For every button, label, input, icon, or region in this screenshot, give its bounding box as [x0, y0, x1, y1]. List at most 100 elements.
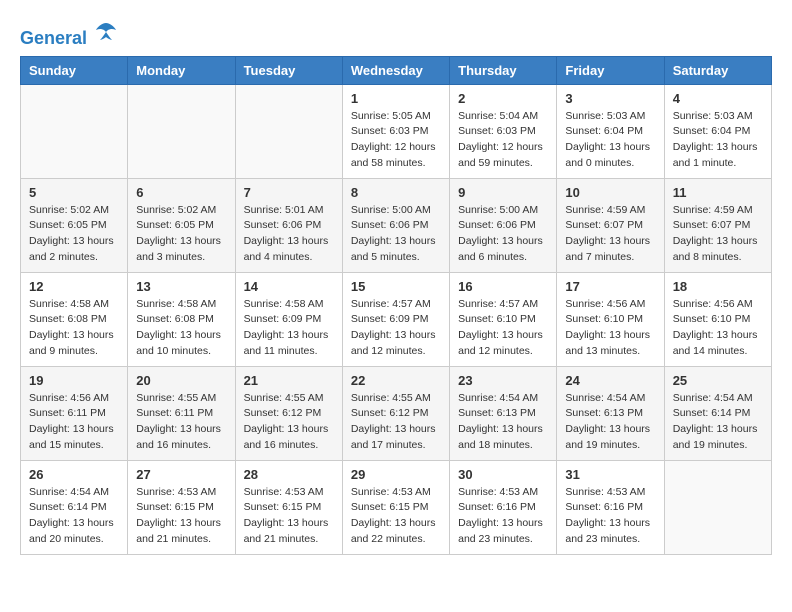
calendar-cell: 12Sunrise: 4:58 AMSunset: 6:08 PMDayligh…: [21, 272, 128, 366]
day-info: Sunrise: 5:03 AMSunset: 6:04 PMDaylight:…: [565, 109, 655, 172]
calendar-week-5: 26 Sunrise: 4:54 AMSunset: 6:14 PMDayligh…: [21, 460, 772, 554]
day-info: Sunrise: 4:54 AMSunset: 6:14 PMDaylight:…: [29, 485, 119, 548]
day-number: 18: [673, 279, 763, 294]
calendar-cell: 11Sunrise: 4:59 AMSunset: 6:07 PMDayligh…: [664, 178, 771, 272]
calendar-cell: 20Sunrise: 4:55 AMSunset: 6:11 PMDayligh…: [128, 366, 235, 460]
calendar-week-1: 1 Sunrise: 5:05 AMSunset: 6:03 PMDaylight…: [21, 84, 772, 178]
day-number: 1: [351, 91, 441, 106]
day-number: 24: [565, 373, 655, 388]
calendar-cell: [21, 84, 128, 178]
day-info: Sunrise: 4:57 AMSunset: 6:10 PMDaylight:…: [458, 297, 548, 360]
calendar-cell: 13 Sunrise: 4:58 AMSunset: 6:08 PMDayligh…: [128, 272, 235, 366]
calendar-cell: 30 Sunrise: 4:53 AMSunset: 6:16 PMDayligh…: [450, 460, 557, 554]
calendar-cell: [664, 460, 771, 554]
calendar-cell: 9Sunrise: 5:00 AMSunset: 6:06 PMDaylight…: [450, 178, 557, 272]
day-number: 4: [673, 91, 763, 106]
calendar-week-4: 19 Sunrise: 4:56 AMSunset: 6:11 PMDayligh…: [21, 366, 772, 460]
calendar-cell: 22 Sunrise: 4:55 AMSunset: 6:12 PMDayligh…: [342, 366, 449, 460]
weekday-header-row: SundayMondayTuesdayWednesdayThursdayFrid…: [21, 56, 772, 84]
day-info: Sunrise: 4:54 AMSunset: 6:14 PMDaylight:…: [673, 391, 763, 454]
day-info: Sunrise: 4:56 AMSunset: 6:11 PMDaylight:…: [29, 391, 119, 454]
logo-bird-icon: [94, 20, 118, 44]
day-number: 6: [136, 185, 226, 200]
day-info: Sunrise: 4:56 AMSunset: 6:10 PMDaylight:…: [673, 297, 763, 360]
day-number: 30: [458, 467, 548, 482]
logo-text: General: [20, 20, 118, 50]
day-number: 22: [351, 373, 441, 388]
day-number: 3: [565, 91, 655, 106]
day-number: 26: [29, 467, 119, 482]
day-number: 21: [244, 373, 334, 388]
calendar-cell: 24Sunrise: 4:54 AMSunset: 6:13 PMDayligh…: [557, 366, 664, 460]
day-info: Sunrise: 4:53 AMSunset: 6:16 PMDaylight:…: [458, 485, 548, 548]
day-number: 8: [351, 185, 441, 200]
calendar-cell: 10Sunrise: 4:59 AMSunset: 6:07 PMDayligh…: [557, 178, 664, 272]
day-number: 23: [458, 373, 548, 388]
calendar-week-3: 12Sunrise: 4:58 AMSunset: 6:08 PMDayligh…: [21, 272, 772, 366]
day-info: Sunrise: 4:53 AMSunset: 6:15 PMDaylight:…: [244, 485, 334, 548]
day-number: 16: [458, 279, 548, 294]
weekday-header-saturday: Saturday: [664, 56, 771, 84]
day-info: Sunrise: 4:55 AMSunset: 6:12 PMDaylight:…: [244, 391, 334, 454]
calendar-cell: 26 Sunrise: 4:54 AMSunset: 6:14 PMDayligh…: [21, 460, 128, 554]
day-info: Sunrise: 4:57 AMSunset: 6:09 PMDaylight:…: [351, 297, 441, 360]
day-number: 11: [673, 185, 763, 200]
calendar-cell: 6 Sunrise: 5:02 AMSunset: 6:05 PMDaylight…: [128, 178, 235, 272]
page-header: General: [20, 20, 772, 46]
day-number: 5: [29, 185, 119, 200]
calendar-cell: 15 Sunrise: 4:57 AMSunset: 6:09 PMDayligh…: [342, 272, 449, 366]
calendar-cell: 27 Sunrise: 4:53 AMSunset: 6:15 PMDayligh…: [128, 460, 235, 554]
calendar-cell: 18 Sunrise: 4:56 AMSunset: 6:10 PMDayligh…: [664, 272, 771, 366]
day-info: Sunrise: 5:03 AMSunset: 6:04 PMDaylight:…: [673, 109, 763, 172]
day-number: 15: [351, 279, 441, 294]
day-number: 14: [244, 279, 334, 294]
day-number: 7: [244, 185, 334, 200]
day-number: 29: [351, 467, 441, 482]
day-info: Sunrise: 5:02 AMSunset: 6:05 PMDaylight:…: [136, 203, 226, 266]
day-info: Sunrise: 5:01 AMSunset: 6:06 PMDaylight:…: [244, 203, 334, 266]
calendar-cell: 23 Sunrise: 4:54 AMSunset: 6:13 PMDayligh…: [450, 366, 557, 460]
day-number: 17: [565, 279, 655, 294]
calendar-cell: 3 Sunrise: 5:03 AMSunset: 6:04 PMDaylight…: [557, 84, 664, 178]
weekday-header-thursday: Thursday: [450, 56, 557, 84]
day-number: 31: [565, 467, 655, 482]
day-info: Sunrise: 5:00 AMSunset: 6:06 PMDaylight:…: [458, 203, 548, 266]
day-number: 25: [673, 373, 763, 388]
day-info: Sunrise: 5:02 AMSunset: 6:05 PMDaylight:…: [29, 203, 119, 266]
calendar-cell: [128, 84, 235, 178]
calendar-table: SundayMondayTuesdayWednesdayThursdayFrid…: [20, 56, 772, 555]
day-info: Sunrise: 4:56 AMSunset: 6:10 PMDaylight:…: [565, 297, 655, 360]
calendar-cell: 16 Sunrise: 4:57 AMSunset: 6:10 PMDayligh…: [450, 272, 557, 366]
day-info: Sunrise: 5:05 AMSunset: 6:03 PMDaylight:…: [351, 109, 441, 172]
day-info: Sunrise: 4:58 AMSunset: 6:09 PMDaylight:…: [244, 297, 334, 360]
calendar-cell: 7 Sunrise: 5:01 AMSunset: 6:06 PMDaylight…: [235, 178, 342, 272]
calendar-cell: 8 Sunrise: 5:00 AMSunset: 6:06 PMDaylight…: [342, 178, 449, 272]
day-number: 19: [29, 373, 119, 388]
logo: General: [20, 20, 118, 46]
day-number: 28: [244, 467, 334, 482]
calendar-cell: 21 Sunrise: 4:55 AMSunset: 6:12 PMDayligh…: [235, 366, 342, 460]
calendar-cell: 1 Sunrise: 5:05 AMSunset: 6:03 PMDaylight…: [342, 84, 449, 178]
day-number: 27: [136, 467, 226, 482]
day-info: Sunrise: 4:55 AMSunset: 6:12 PMDaylight:…: [351, 391, 441, 454]
weekday-header-tuesday: Tuesday: [235, 56, 342, 84]
calendar-cell: 29 Sunrise: 4:53 AMSunset: 6:15 PMDayligh…: [342, 460, 449, 554]
day-info: Sunrise: 5:04 AMSunset: 6:03 PMDaylight:…: [458, 109, 548, 172]
calendar-cell: 28 Sunrise: 4:53 AMSunset: 6:15 PMDayligh…: [235, 460, 342, 554]
day-info: Sunrise: 4:54 AMSunset: 6:13 PMDaylight:…: [458, 391, 548, 454]
day-info: Sunrise: 4:53 AMSunset: 6:16 PMDaylight:…: [565, 485, 655, 548]
calendar-cell: 2Sunrise: 5:04 AMSunset: 6:03 PMDaylight…: [450, 84, 557, 178]
day-number: 13: [136, 279, 226, 294]
day-info: Sunrise: 4:53 AMSunset: 6:15 PMDaylight:…: [351, 485, 441, 548]
calendar-cell: 4 Sunrise: 5:03 AMSunset: 6:04 PMDaylight…: [664, 84, 771, 178]
day-info: Sunrise: 4:59 AMSunset: 6:07 PMDaylight:…: [565, 203, 655, 266]
weekday-header-monday: Monday: [128, 56, 235, 84]
calendar-cell: 19 Sunrise: 4:56 AMSunset: 6:11 PMDayligh…: [21, 366, 128, 460]
weekday-header-friday: Friday: [557, 56, 664, 84]
day-info: Sunrise: 4:53 AMSunset: 6:15 PMDaylight:…: [136, 485, 226, 548]
day-info: Sunrise: 5:00 AMSunset: 6:06 PMDaylight:…: [351, 203, 441, 266]
day-info: Sunrise: 4:55 AMSunset: 6:11 PMDaylight:…: [136, 391, 226, 454]
calendar-cell: 14 Sunrise: 4:58 AMSunset: 6:09 PMDayligh…: [235, 272, 342, 366]
day-info: Sunrise: 4:58 AMSunset: 6:08 PMDaylight:…: [136, 297, 226, 360]
weekday-header-sunday: Sunday: [21, 56, 128, 84]
